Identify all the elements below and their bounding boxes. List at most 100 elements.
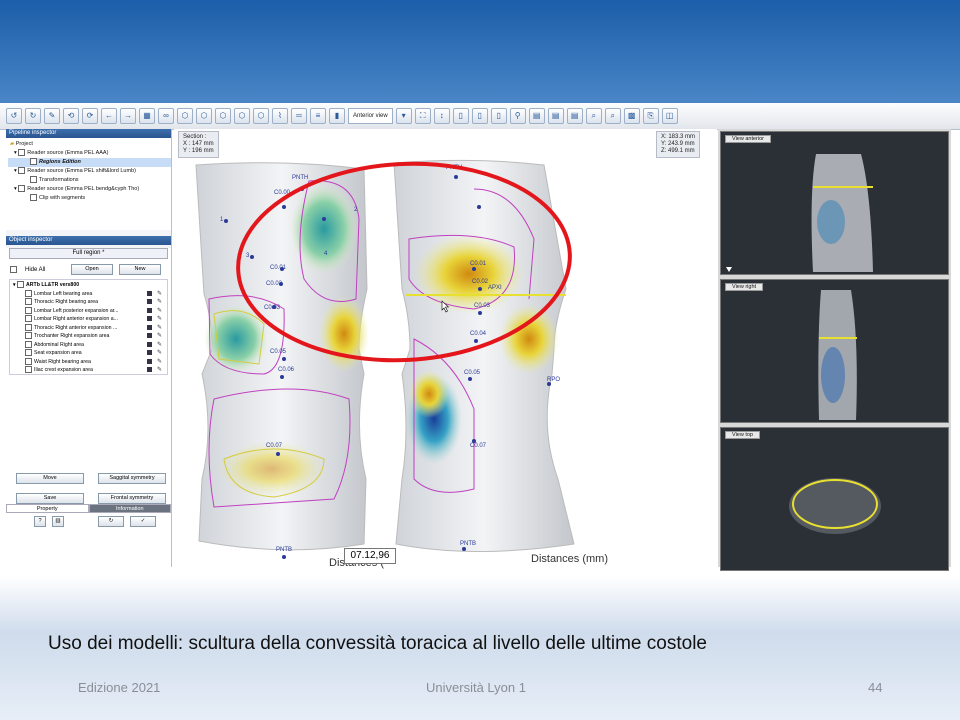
tree-item-reader-2[interactable]: ▾ Reader source (Emma PEL shift&lord Lum… [8,167,171,176]
list-item[interactable]: Lombar Left posterior expansion ar... ✎ [11,306,166,316]
view-anterior[interactable]: View anterior [720,131,949,275]
hide-all-label: Hide All [25,266,46,273]
marker-icon[interactable]: ▮ [329,108,345,124]
nav-icon[interactable]: ⟳ [82,108,98,124]
list-item[interactable]: Thoracic Right anterior expansion ... ✎ [11,323,166,333]
help-icon[interactable]: ? [34,516,46,527]
pipeline-tree: ▰ Project ▾ Reader source (Emma PEL AAA)… [6,138,171,230]
pen-icon[interactable]: ✎ [157,316,163,322]
tree-item-reader-1[interactable]: ▾ Reader source (Emma PEL AAA) [8,149,171,158]
pen-icon[interactable]: ✎ [157,325,163,331]
main-3d-viewport[interactable]: PNTH C0.00 C0.01 C0.02 C0.03 C0.05 C0.06… [174,129,717,569]
toolbar: ↺ ↻ ✎ ⟲ ⟳ ← → ▦ ∞ ⬡ ⬡ ⬡ ⬡ ⬡ ⌇ ═ ≡ ▮ Ante… [0,103,960,130]
export-icon[interactable]: ⎘ [642,108,659,124]
list-item[interactable]: Iliac crest expansion area ✎ [11,366,166,375]
tree-item-reader-3[interactable]: ▾ Reader source (Emma PEL bendg&cyph Tho… [8,185,171,194]
sagittal-symmetry-button[interactable]: Saggital symmetry [98,473,166,484]
cube-icon[interactable]: ⬡ [177,108,193,124]
view-top[interactable]: View top [720,427,949,571]
lock-icon[interactable]: ▯ [471,108,488,124]
pen-icon[interactable]: ✎ [157,308,163,314]
nav-icon[interactable]: ⟲ [63,108,79,124]
brush-icon[interactable]: ⌇ [272,108,288,124]
pen-icon[interactable]: ✎ [157,359,163,365]
pipeline-inspector-header: Pipeline inspector [6,129,171,138]
landmark-label: C0.03 [264,305,281,311]
list-item[interactable]: Trochanter Right expansion area ✎ [11,332,166,341]
cube-icon[interactable]: ⬡ [253,108,269,124]
table-icon[interactable]: ▤ [566,108,583,124]
folder-icon: ▰ [10,141,15,147]
nav-icon[interactable]: ↻ [25,108,41,124]
redo-icon[interactable]: → [120,108,136,124]
slide-caption: Uso dei modelli: scultura della convessi… [48,633,707,654]
vertical-icon[interactable]: ↕ [433,108,450,124]
link-icon[interactable]: ∞ [158,108,174,124]
view-right[interactable]: View right [720,279,949,423]
pin-icon[interactable]: ⚲ [509,108,526,124]
open-button[interactable]: Open [71,264,113,275]
pen-icon[interactable]: ✎ [157,333,163,339]
nav-icon[interactable]: ↺ [6,108,22,124]
cube-icon[interactable]: ⬡ [215,108,231,124]
zoom-icon[interactable]: ⌕ [585,108,602,124]
list-item[interactable]: Lombar Right anterior expansion a... ✎ [11,315,166,324]
pen-icon[interactable]: ✎ [157,350,163,356]
list-item[interactable]: Lombar Left bearing area ✎ [11,289,166,299]
frontal-symmetry-button[interactable]: Frontal symmetry [98,493,166,504]
list-item[interactable]: Abdominal Right area ✎ [11,340,166,350]
pen-icon[interactable]: ✎ [157,342,163,348]
save-button[interactable]: Save [16,493,84,504]
grid-icon[interactable]: ▦ [139,108,155,124]
tree-item-regions-edition[interactable]: Regions Edition [8,158,171,167]
lock-icon[interactable]: ▯ [490,108,507,124]
table-icon[interactable]: ▤ [528,108,545,124]
pen-icon[interactable]: ✎ [157,367,163,373]
landmark-label: C0.07 [470,443,487,449]
panel-icon[interactable]: ◫ [661,108,678,124]
view-select[interactable]: Anterior view [348,108,393,124]
tree-item-clip[interactable]: Clip with segments [8,194,171,203]
tree-item-transformations[interactable]: Transformations [8,176,171,185]
pen-icon[interactable]: ✎ [157,291,163,297]
landmark-label: PNTH [292,175,308,181]
lock-icon[interactable]: ▯ [452,108,469,124]
tab-property[interactable]: Property [6,504,89,513]
footer-edition: Edizione 2021 [78,680,161,695]
hide-all-checkbox[interactable] [10,266,17,273]
new-button[interactable]: New [119,264,161,275]
color-map-icon[interactable]: ▩ [623,108,640,124]
move-button[interactable]: Move [16,473,84,484]
table-icon[interactable]: ▤ [547,108,564,124]
view-top-label: View top [725,431,760,439]
ruler-icon[interactable]: ═ [291,108,307,124]
landmark-label: C0.03 [474,303,491,309]
landmark-label: PNTB [276,547,292,553]
list-item[interactable]: Thoracic Right bearing area ✎ [11,298,166,307]
list-item[interactable]: Seat expansion area ✎ [11,349,166,358]
cube-icon[interactable]: ⬡ [234,108,250,124]
layers-icon[interactable]: ≡ [310,108,326,124]
tree-item-project[interactable]: ▰ Project [8,140,171,149]
distance-axis-label: Distances (mm) [531,553,609,565]
slide-header-band [0,0,960,105]
object-inspector: Full region * Hide All Open New ▾ ARTb L… [6,248,171,574]
pen-icon[interactable]: ✎ [157,299,163,305]
cube-icon[interactable]: ⬡ [196,108,212,124]
check-icon[interactable]: ✓ [130,516,156,527]
footer-university: Università Lyon 1 [426,680,526,695]
pen-icon[interactable]: ✎ [44,108,60,124]
list-item[interactable]: Waist Right bearing area ✎ [11,357,166,367]
tab-information[interactable]: Information [88,504,171,513]
fit-icon[interactable]: ⛶ [414,108,431,124]
refresh-icon[interactable]: ↻ [98,516,124,527]
region-root[interactable]: ▾ ARTb LL&TR vers800 [11,281,166,290]
zoom-out-icon[interactable]: ⌕ [604,108,621,124]
landmark-label: C0.02 [472,279,489,285]
trash-icon[interactable]: ▥ [52,516,64,527]
chevron-down-icon[interactable]: ▾ [395,108,412,124]
object-inspector-header: Object inspector [6,236,171,245]
view-anterior-label: View anterior [725,135,771,143]
undo-icon[interactable]: ← [101,108,117,124]
landmark-label: C0.07 [266,443,283,449]
